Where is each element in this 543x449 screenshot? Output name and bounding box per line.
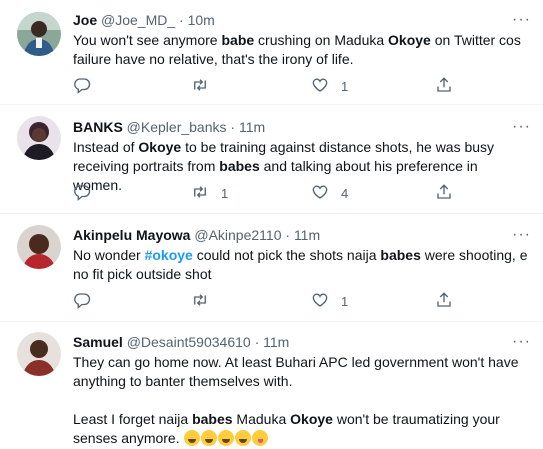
more-horizontal-icon[interactable]: ···: [512, 334, 531, 350]
like-count: 1: [341, 293, 349, 309]
highlighted-keyword: babes: [192, 411, 233, 427]
timestamp[interactable]: 11m: [239, 119, 265, 135]
avatar[interactable]: [17, 12, 61, 56]
like-icon: [311, 291, 329, 312]
display-name[interactable]: BANKS: [73, 119, 123, 135]
share-button[interactable]: [435, 183, 453, 203]
retweet-count: 1: [221, 185, 229, 201]
separator-dot: ·: [179, 12, 184, 28]
timestamp[interactable]: 11m: [294, 227, 320, 243]
reply-icon: [73, 291, 91, 312]
timestamp[interactable]: 10m: [188, 12, 215, 28]
tweet-text: You won't see anymore babe crushing on M…: [73, 31, 529, 69]
reply-icon: [73, 183, 91, 204]
like-count: 4: [341, 185, 349, 201]
like-count: 1: [341, 78, 349, 94]
retweet-button[interactable]: [191, 76, 221, 96]
tweet-text: No wonder #okoye could not pick the shot…: [73, 246, 529, 284]
face-with-tears-of-joy-icon: [234, 430, 251, 446]
tweet-header: BANKS @Kepler_banks · 11m: [73, 117, 529, 137]
avatar[interactable]: [17, 332, 61, 376]
share-icon: [435, 291, 453, 312]
highlighted-keyword: babes: [380, 247, 421, 263]
retweet-button[interactable]: [191, 291, 221, 311]
face-with-tears-of-joy-icon: [200, 430, 217, 446]
text-segment: Instead of: [73, 139, 139, 155]
tweet[interactable]: Joe @Joe_MD_ · 10m You won't see anymore…: [0, 0, 543, 105]
tweet-header: Joe @Joe_MD_ · 10m: [73, 10, 529, 30]
tweet-paragraph: They can go home now. At least Buhari AP…: [73, 354, 519, 389]
reply-button[interactable]: [73, 183, 103, 203]
separator-dot: ·: [230, 119, 236, 135]
highlighted-keyword: babes: [219, 158, 260, 174]
highlighted-keyword: Okoye: [138, 139, 182, 155]
tweet-header: Akinpelu Mayowa @Akinpe2110 · 11m: [73, 225, 529, 245]
tweet[interactable]: BANKS @Kepler_banks · 11m Instead of Oko…: [0, 105, 543, 214]
tweet-paragraph: Least I forget naija babes Maduka Okoye …: [73, 410, 529, 448]
share-icon: [435, 76, 453, 97]
like-button[interactable]: 1: [311, 76, 348, 96]
more-horizontal-icon[interactable]: ···: [512, 119, 531, 135]
zany-face-icon: [251, 430, 268, 446]
more-horizontal-icon[interactable]: ···: [512, 12, 531, 28]
tweet-text: They can go home now. At least Buhari AP…: [73, 353, 529, 448]
highlighted-keyword: Okoye: [290, 411, 333, 427]
display-name[interactable]: Akinpelu Mayowa: [73, 227, 190, 243]
tweet-header: Samuel @Desaint59034610 · 11m: [73, 332, 529, 352]
tweet-actions: 1 4: [73, 183, 473, 203]
tweet-actions: 1: [73, 76, 473, 96]
retweet-button[interactable]: 1: [191, 183, 228, 203]
tweet-actions: 1: [73, 291, 473, 311]
share-button[interactable]: [435, 291, 453, 311]
separator-dot: ·: [285, 227, 291, 243]
display-name[interactable]: Samuel: [73, 334, 123, 350]
emoji-group: [183, 430, 269, 446]
reply-icon: [73, 76, 91, 97]
face-with-tears-of-joy-icon: [217, 430, 234, 446]
username[interactable]: @Desaint59034610: [127, 334, 251, 350]
like-button[interactable]: 1: [311, 291, 348, 311]
share-icon: [435, 183, 453, 204]
highlighted-keyword: Okoye: [388, 32, 431, 48]
text-segment: could not pick the shots naija: [192, 247, 381, 263]
text-segment: Maduka: [232, 411, 291, 427]
avatar[interactable]: [17, 225, 61, 269]
display-name[interactable]: Joe: [73, 12, 97, 28]
tweet[interactable]: Samuel @Desaint59034610 · 11m They can g…: [0, 322, 543, 449]
hashtag-link[interactable]: #okoye: [145, 247, 193, 263]
retweet-icon: [191, 291, 209, 312]
highlighted-keyword: babe: [221, 32, 255, 48]
separator-dot: ·: [254, 334, 260, 350]
username[interactable]: @Akinpe2110: [194, 227, 281, 243]
username[interactable]: @Kepler_banks: [127, 119, 227, 135]
reply-button[interactable]: [73, 291, 103, 311]
text-segment: Least I forget naija: [73, 411, 193, 427]
like-button[interactable]: 4: [311, 183, 348, 203]
more-horizontal-icon[interactable]: ···: [512, 227, 531, 243]
username[interactable]: @Joe_MD_: [101, 12, 175, 28]
face-with-tears-of-joy-icon: [183, 430, 200, 446]
like-icon: [311, 76, 329, 97]
text-segment: You won't see anymore: [73, 32, 222, 48]
tweet[interactable]: Akinpelu Mayowa @Akinpe2110 · 11m No won…: [0, 214, 543, 322]
retweet-icon: [191, 76, 209, 97]
text-segment: crushing on Maduka: [254, 32, 389, 48]
avatar[interactable]: [17, 116, 61, 160]
reply-button[interactable]: [73, 76, 103, 96]
tweet-feed: Joe @Joe_MD_ · 10m You won't see anymore…: [0, 0, 543, 449]
retweet-icon: [191, 183, 209, 204]
timestamp[interactable]: 11m: [263, 334, 289, 350]
share-button[interactable]: [435, 76, 453, 96]
text-segment: No wonder: [73, 247, 145, 263]
like-icon: [311, 183, 329, 204]
